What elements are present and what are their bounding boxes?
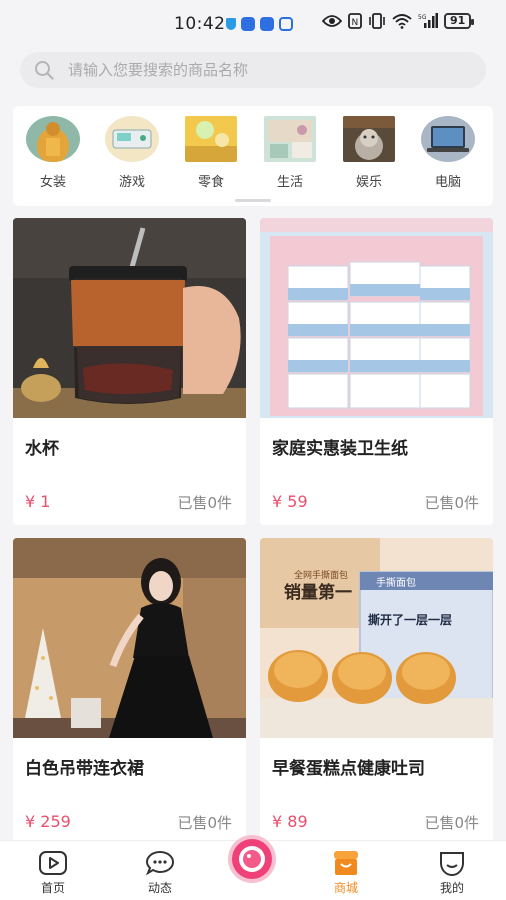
- product-sold-count: 已售0件: [424, 814, 479, 832]
- category-label: 游戏: [118, 175, 145, 190]
- product-price: ¥ 59: [272, 492, 308, 511]
- women-clothing-thumb: [26, 116, 80, 162]
- bread-promo-main: 销量第一: [284, 582, 352, 603]
- entertainment-thumb: [343, 116, 395, 162]
- product-price: ¥ 89: [272, 812, 308, 831]
- bread-box-label: 手撕面包: [376, 576, 416, 589]
- chat-bubble-icon: [145, 850, 175, 876]
- product-title: 水杯: [25, 439, 59, 459]
- product-card[interactable]: 家庭实惠装卫生纸 ¥ 59 已售0件: [260, 218, 493, 525]
- search-bar[interactable]: [20, 52, 486, 88]
- category-panel: 女装 游戏 零食 生活 娱乐 电脑: [13, 106, 493, 206]
- profile-icon: [440, 852, 464, 877]
- category-label: 零食: [197, 175, 224, 190]
- home-icon: [39, 851, 67, 875]
- product-image-bread: 手撕面包 撕开了一层一层 全网手撕面包 销量第一: [260, 538, 493, 738]
- nav-item-feed[interactable]: 动态: [128, 849, 192, 896]
- status-bar: 10:42 N 5G 91: [0, 0, 506, 48]
- category-item-game[interactable]: 游戏: [100, 116, 164, 190]
- product-title: 家庭实惠装卫生纸: [272, 439, 408, 459]
- product-card[interactable]: 水杯 ¥ 1 已售0件: [13, 218, 246, 525]
- category-item-entertainment[interactable]: 娱乐: [337, 116, 401, 190]
- nav-item-profile[interactable]: 我的: [420, 849, 484, 896]
- nfc-icon: N: [348, 13, 362, 29]
- product-card[interactable]: 手撕面包 撕开了一层一层 全网手撕面包 销量第一 早餐蛋糕点健康吐司 ¥ 89 …: [260, 538, 493, 845]
- category-item-life[interactable]: 生活: [258, 116, 322, 190]
- signal-icon: 5G: [418, 13, 438, 28]
- snack-thumb: [185, 116, 237, 162]
- product-price: ¥ 1: [25, 492, 51, 511]
- category-label: 女装: [39, 175, 66, 190]
- product-image-dress: [13, 538, 246, 738]
- search-icon: [35, 61, 54, 80]
- life-thumb: [264, 116, 316, 162]
- bread-slogan: 撕开了一层一层: [368, 612, 452, 627]
- notification-icons: [226, 17, 293, 31]
- product-price: ¥ 259: [25, 812, 71, 831]
- nav-label-shop: 商城: [333, 881, 358, 895]
- category-label: 电脑: [434, 175, 461, 190]
- app-notification-icon: [241, 17, 255, 31]
- product-sold-count: 已售0件: [424, 494, 479, 512]
- nav-item-home[interactable]: 首页: [21, 849, 85, 896]
- shield-notification-icon: [226, 18, 236, 30]
- category-item-snack[interactable]: 零食: [179, 116, 243, 190]
- shop-icon: [334, 851, 358, 875]
- category-item-computer[interactable]: 电脑: [416, 116, 480, 190]
- product-card[interactable]: 白色吊带连衣裙 ¥ 259 已售0件: [13, 538, 246, 845]
- product-title: 早餐蛋糕点健康吐司: [272, 759, 425, 779]
- app-notification-icon: [279, 17, 293, 31]
- product-image-tissue: [260, 218, 493, 418]
- game-thumb: [105, 116, 159, 162]
- eye-icon: [322, 15, 342, 27]
- svg-text:N: N: [352, 18, 359, 28]
- category-label: 生活: [276, 175, 303, 190]
- category-scroll-indicator: [235, 199, 271, 202]
- bread-promo-top: 全网手撕面包: [294, 569, 348, 581]
- computer-thumb: [421, 116, 475, 162]
- vibrate-icon: [369, 13, 385, 29]
- nav-label-profile: 我的: [439, 881, 464, 895]
- product-title: 白色吊带连衣裙: [25, 759, 144, 779]
- product-image-cup: [13, 218, 246, 418]
- battery-indicator: 91: [444, 13, 475, 29]
- product-sold-count: 已售0件: [177, 494, 232, 512]
- category-item-women-clothing[interactable]: 女装: [21, 116, 85, 190]
- search-input[interactable]: [68, 61, 468, 79]
- center-action-button[interactable]: [222, 834, 282, 884]
- status-indicators: N 5G 91: [322, 13, 475, 29]
- nav-label-home: 首页: [40, 881, 65, 895]
- product-sold-count: 已售0件: [177, 814, 232, 832]
- app-notification-icon: [260, 17, 274, 31]
- category-label: 娱乐: [355, 175, 382, 190]
- nav-label-feed: 动态: [147, 881, 172, 895]
- wifi-icon: [392, 14, 412, 29]
- nav-item-shop[interactable]: 商城: [314, 849, 378, 896]
- status-time: 10:42: [174, 14, 226, 34]
- network-label: 5G: [418, 14, 427, 21]
